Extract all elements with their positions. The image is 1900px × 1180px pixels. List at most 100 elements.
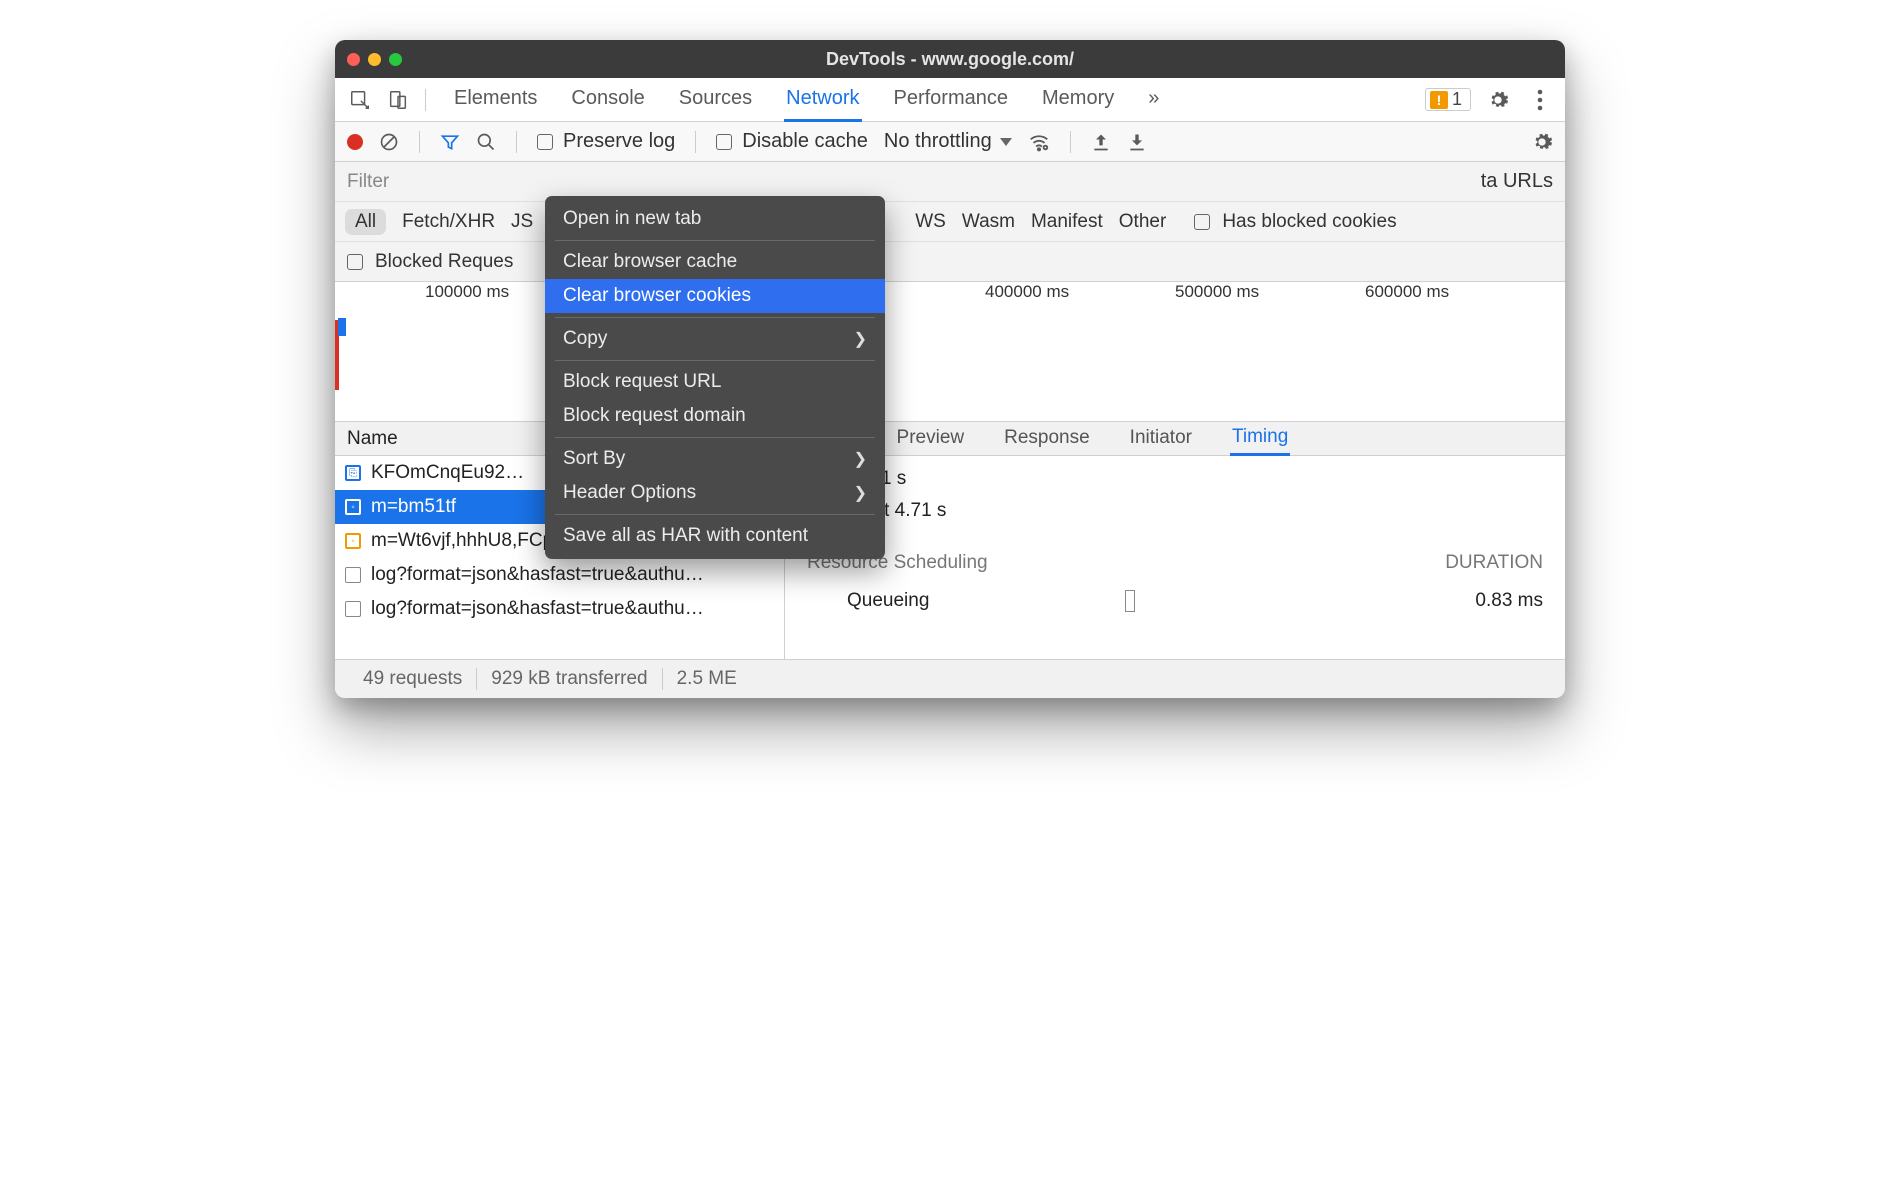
tab-sources[interactable]: Sources	[677, 77, 754, 122]
minimize-window-button[interactable]	[368, 53, 381, 66]
context-menu-item[interactable]: Sort By❯	[545, 442, 885, 476]
panel-tabs: Elements Console Sources Network Perform…	[452, 77, 1417, 122]
context-menu-item[interactable]: Header Options❯	[545, 476, 885, 510]
request-detail-pane: aders Preview Response Initiator Timing …	[785, 422, 1565, 659]
context-menu-item-label: Open in new tab	[563, 208, 701, 230]
chevron-down-icon	[1000, 138, 1012, 146]
has-blocked-cookies-label: Has blocked cookies	[1222, 211, 1396, 233]
tab-overflow[interactable]: »	[1146, 77, 1161, 122]
record-button[interactable]	[347, 134, 363, 150]
throttling-value: No throttling	[884, 130, 992, 153]
split-pane: Name ⎘ KFOmCnqEu92… ◦ m=bm51tf ◦ m=Wt6vj…	[335, 422, 1565, 660]
tab-elements[interactable]: Elements	[452, 77, 539, 122]
request-name: KFOmCnqEu92…	[371, 462, 524, 484]
context-menu-item-label: Block request domain	[563, 405, 746, 427]
titlebar: DevTools - www.google.com/	[335, 40, 1565, 78]
context-menu: Open in new tab Clear browser cache Clear …	[545, 196, 885, 559]
clear-icon[interactable]	[379, 132, 399, 152]
type-wasm[interactable]: Wasm	[962, 211, 1015, 233]
waterfall-tick: 400000 ms	[985, 282, 1069, 302]
tab-console[interactable]: Console	[569, 77, 646, 122]
context-menu-item[interactable]: Clear browser cookies	[545, 279, 885, 313]
file-icon	[345, 567, 361, 583]
context-menu-item[interactable]: Block request URL	[545, 365, 885, 399]
detail-tabs: aders Preview Response Initiator Timing	[785, 422, 1565, 456]
type-other[interactable]: Other	[1119, 211, 1167, 233]
file-icon	[345, 601, 361, 617]
network-conditions-icon[interactable]	[1028, 131, 1050, 153]
network-toolbar: Preserve log Disable cache No throttling	[335, 122, 1565, 162]
tab-performance[interactable]: Performance	[892, 77, 1011, 122]
type-all[interactable]: All	[345, 209, 386, 235]
context-menu-item-label: Copy	[563, 328, 607, 350]
detail-tab-timing[interactable]: Timing	[1230, 422, 1290, 456]
network-settings-gear-icon[interactable]	[1531, 131, 1553, 153]
separator	[425, 89, 426, 111]
search-icon[interactable]	[476, 132, 496, 152]
context-menu-item[interactable]: Block request domain	[545, 399, 885, 433]
settings-gear-icon[interactable]	[1483, 85, 1513, 115]
devtools-window: DevTools - www.google.com/ Elements Cons…	[335, 40, 1565, 698]
tab-network[interactable]: Network	[784, 77, 861, 122]
detail-tab-initiator[interactable]: Initiator	[1128, 423, 1194, 454]
context-menu-item-label: Save all as HAR with content	[563, 525, 808, 547]
device-toolbar-icon[interactable]	[383, 85, 413, 115]
context-menu-item-label: Clear browser cache	[563, 251, 737, 273]
filter-funnel-icon[interactable]	[440, 132, 460, 152]
close-window-button[interactable]	[347, 53, 360, 66]
hide-data-urls-tail[interactable]: ta URLs	[1481, 170, 1553, 193]
download-icon[interactable]	[1127, 132, 1147, 152]
context-menu-item[interactable]: Copy ❯	[545, 322, 885, 356]
request-row[interactable]: log?format=json&hasfast=true&authu…	[335, 592, 784, 626]
panel-tabs-bar: Elements Console Sources Network Perform…	[335, 78, 1565, 122]
waterfall-selection-marker	[338, 318, 346, 336]
request-row[interactable]: log?format=json&hasfast=true&authu…	[335, 558, 784, 592]
upload-icon[interactable]	[1091, 132, 1111, 152]
separator	[419, 131, 420, 153]
context-menu-item[interactable]: Open in new tab	[545, 202, 885, 236]
context-menu-item[interactable]: Clear browser cache	[545, 245, 885, 279]
duration-header-label: DURATION	[1445, 552, 1543, 574]
throttling-select[interactable]: No throttling	[884, 130, 1012, 153]
type-fetch-xhr[interactable]: Fetch/XHR	[402, 211, 495, 233]
disable-cache-checkbox[interactable]: Disable cache	[716, 130, 868, 153]
warning-icon: !	[1430, 91, 1448, 109]
separator	[516, 131, 517, 153]
checkbox-icon	[347, 254, 363, 270]
chevron-right-icon: ❯	[854, 329, 867, 349]
context-menu-item-label: Clear browser cookies	[563, 285, 751, 307]
blocked-requests-row: Blocked Reques	[335, 242, 1565, 282]
detail-tab-preview[interactable]: Preview	[895, 423, 967, 454]
context-menu-divider	[555, 437, 875, 438]
context-menu-item[interactable]: Save all as HAR with content	[545, 519, 885, 553]
kebab-menu-icon[interactable]	[1525, 85, 1555, 115]
file-icon: ⎘	[345, 465, 361, 481]
waterfall-overview[interactable]: 100000 ms 400000 ms 500000 ms 600000 ms	[335, 282, 1565, 422]
preserve-log-checkbox[interactable]: Preserve log	[537, 130, 675, 153]
request-name: m=bm51tf	[371, 496, 456, 518]
preserve-log-label: Preserve log	[563, 130, 675, 153]
blocked-requests-label[interactable]: Blocked Reques	[375, 251, 513, 273]
zoom-window-button[interactable]	[389, 53, 402, 66]
waterfall-tick: 600000 ms	[1365, 282, 1449, 302]
has-blocked-cookies-checkbox[interactable]: Has blocked cookies	[1194, 211, 1396, 233]
context-menu-divider	[555, 360, 875, 361]
context-menu-item-label: Block request URL	[563, 371, 721, 393]
context-menu-divider	[555, 317, 875, 318]
waterfall-tick: 500000 ms	[1175, 282, 1259, 302]
tab-memory[interactable]: Memory	[1040, 77, 1116, 122]
tabs-right-controls: ! 1	[1425, 85, 1555, 115]
type-manifest[interactable]: Manifest	[1031, 211, 1103, 233]
waterfall-tick: 100000 ms	[425, 282, 509, 302]
checkbox-icon	[537, 134, 553, 150]
warnings-badge[interactable]: ! 1	[1425, 88, 1471, 111]
inspect-element-icon[interactable]	[345, 85, 375, 115]
filter-input[interactable]: Filter	[347, 171, 389, 193]
detail-tab-response[interactable]: Response	[1002, 423, 1092, 454]
type-ws[interactable]: WS	[915, 211, 946, 233]
queueing-bar	[1125, 590, 1135, 612]
type-js[interactable]: JS	[511, 211, 533, 233]
traffic-lights	[347, 53, 402, 66]
context-menu-divider	[555, 514, 875, 515]
filter-bar: Filter ta URLs	[335, 162, 1565, 202]
